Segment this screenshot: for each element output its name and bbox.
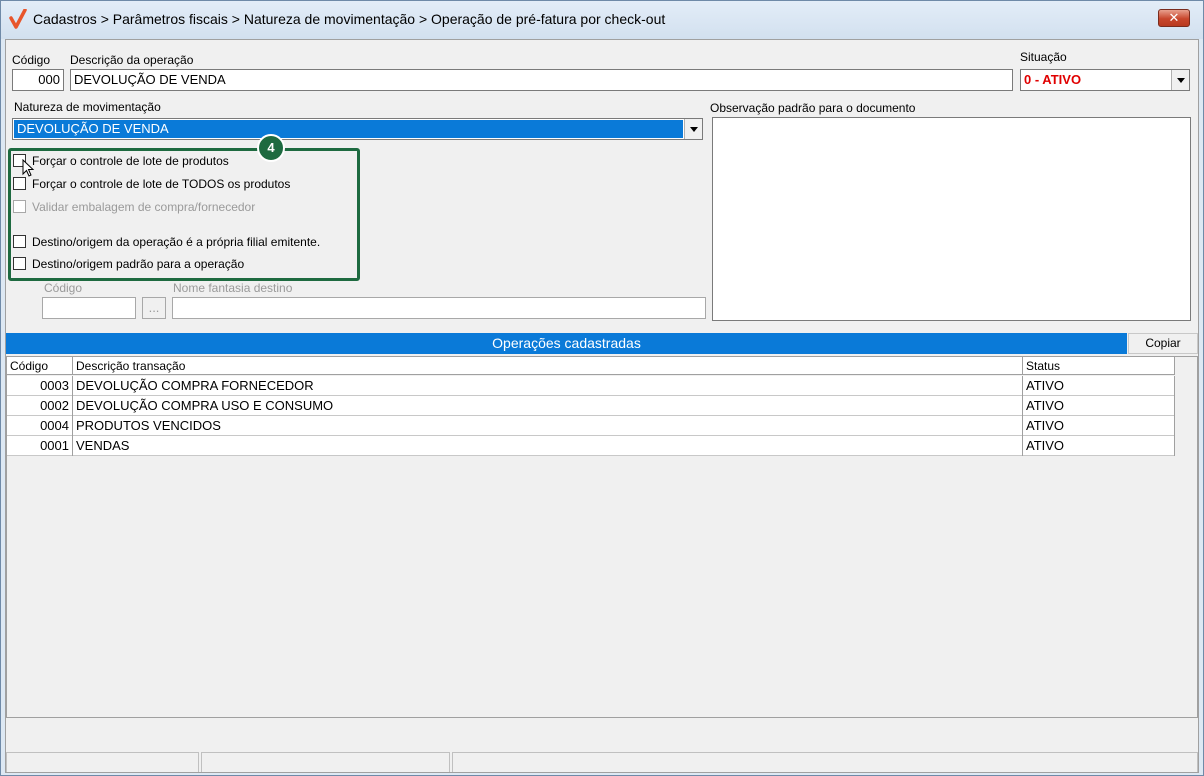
table-row[interactable]: 0004 PRODUTOS VENCIDOS ATIVO	[7, 416, 1175, 436]
destino-codigo-label: Código	[44, 281, 83, 295]
column-header-codigo[interactable]: Código	[7, 357, 73, 375]
grid-header: Código Descrição transação Status	[7, 357, 1175, 375]
close-icon: ✕	[1168, 10, 1180, 25]
codigo-label: Código	[12, 53, 51, 67]
natureza-label: Natureza de movimentação	[14, 100, 161, 114]
operations-grid[interactable]: Código Descrição transação Status 0003 D…	[6, 356, 1198, 718]
table-row[interactable]: 0003 DEVOLUÇÃO COMPRA FORNECEDOR ATIVO	[7, 376, 1175, 396]
browse-button: ...	[142, 297, 166, 319]
cell-status: ATIVO	[1023, 436, 1175, 456]
logo-icon	[9, 9, 27, 29]
copy-button[interactable]: Copiar	[1128, 333, 1198, 354]
cell-status: ATIVO	[1023, 416, 1175, 436]
table-row[interactable]: 0001 VENDAS ATIVO	[7, 436, 1175, 456]
natureza-value: DEVOLUÇÃO DE VENDA	[14, 120, 683, 138]
step-badge: 4	[257, 134, 285, 162]
table-row[interactable]: 0002 DEVOLUÇÃO COMPRA USO E CONSUMO ATIV…	[7, 396, 1175, 416]
title-bar: Cadastros > Parâmetros fiscais > Naturez…	[1, 1, 1203, 39]
cell-descricao: DEVOLUÇÃO COMPRA FORNECEDOR	[73, 376, 1023, 396]
status-segment	[452, 752, 1198, 772]
cell-status: ATIVO	[1023, 396, 1175, 416]
observacao-textarea[interactable]	[712, 117, 1191, 321]
codigo-input[interactable]: 000	[12, 69, 64, 91]
status-segment	[6, 752, 199, 772]
chevron-down-icon[interactable]	[1171, 70, 1189, 90]
form-area: Código 000 Descrição da operação DEVOLUÇ…	[5, 39, 1199, 773]
cell-codigo: 0001	[7, 436, 73, 456]
section-title: Operações cadastradas	[6, 333, 1127, 354]
cell-descricao: DEVOLUÇÃO COMPRA USO E CONSUMO	[73, 396, 1023, 416]
status-segment	[201, 752, 450, 772]
cell-codigo: 0002	[7, 396, 73, 416]
situacao-value: 0 - ATIVO	[1024, 72, 1082, 87]
column-header-status[interactable]: Status	[1023, 357, 1175, 375]
destino-codigo-input	[42, 297, 136, 319]
highlight-frame	[8, 148, 360, 281]
descricao-label: Descrição da operação	[70, 53, 194, 67]
cell-codigo: 0003	[7, 376, 73, 396]
situacao-label: Situação	[1020, 50, 1067, 64]
cell-status: ATIVO	[1023, 376, 1175, 396]
destino-nome-label: Nome fantasia destino	[173, 281, 293, 295]
status-bar	[6, 750, 1198, 772]
natureza-select[interactable]: DEVOLUÇÃO DE VENDA	[12, 118, 703, 140]
close-button[interactable]: ✕	[1158, 9, 1190, 27]
observacao-label: Observação padrão para o documento	[710, 101, 916, 115]
cell-descricao: PRODUTOS VENCIDOS	[73, 416, 1023, 436]
cell-descricao: VENDAS	[73, 436, 1023, 456]
window-title: Cadastros > Parâmetros fiscais > Naturez…	[33, 11, 666, 27]
destino-nome-input	[172, 297, 706, 319]
app-window: Cadastros > Parâmetros fiscais > Naturez…	[0, 0, 1204, 776]
column-header-descricao[interactable]: Descrição transação	[73, 357, 1023, 375]
descricao-input[interactable]: DEVOLUÇÃO DE VENDA	[70, 69, 1013, 91]
situacao-select[interactable]: 0 - ATIVO	[1020, 69, 1190, 91]
chevron-down-icon[interactable]	[684, 119, 702, 139]
cell-codigo: 0004	[7, 416, 73, 436]
